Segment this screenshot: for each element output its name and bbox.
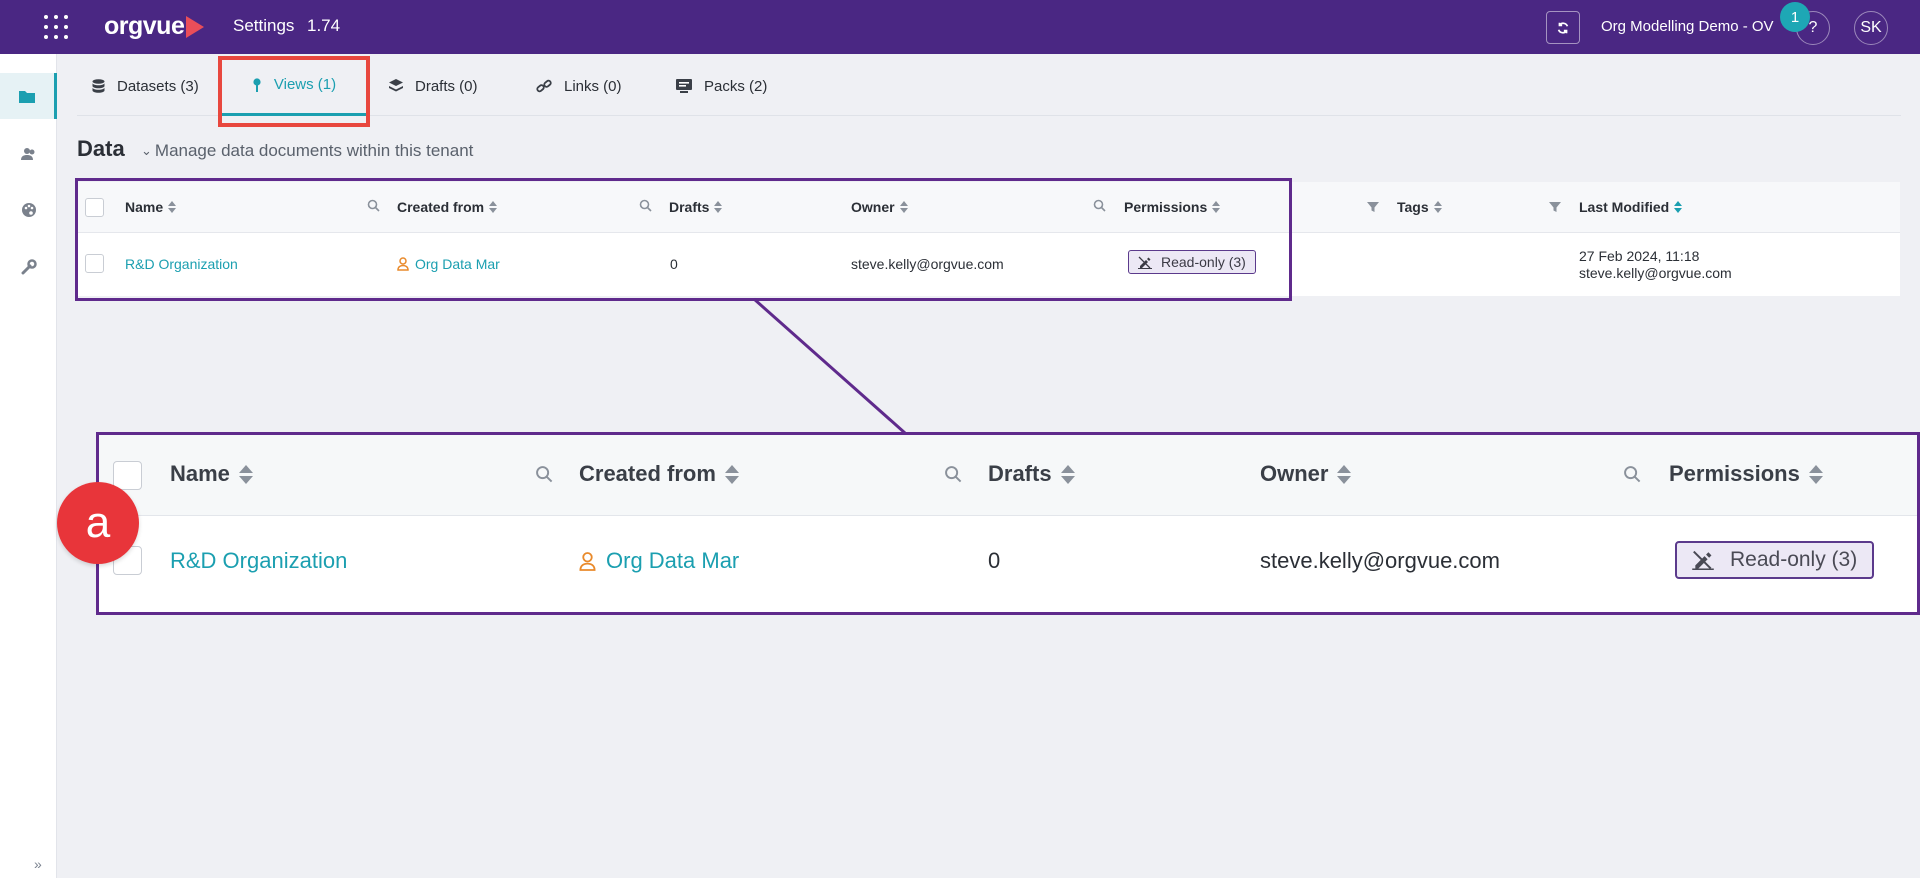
page-subtitle-toggle[interactable]: ⌄ Manage data documents within this tena… <box>141 141 473 161</box>
sort-icon[interactable] <box>1060 464 1075 484</box>
zoom-row-owner: steve.kelly@orgvue.com <box>1260 548 1500 573</box>
sort-icon[interactable] <box>1433 201 1442 213</box>
sort-icon[interactable] <box>1337 464 1352 484</box>
zoom-table-header: Name Created from Drafts Owner Permissio… <box>99 435 1917 516</box>
search-icon[interactable] <box>535 465 553 488</box>
sort-icon[interactable] <box>238 464 253 484</box>
row-last-modified-date: 27 Feb 2024, 11:18 <box>1579 248 1700 264</box>
zoom-row-created-from-label: Org Data Mar <box>606 548 740 573</box>
sort-icon[interactable] <box>724 464 739 484</box>
column-last-modified-label: Last Modified <box>1579 199 1670 215</box>
folder-icon <box>19 91 35 103</box>
tab-links[interactable]: Links (0) <box>536 56 622 116</box>
users-nav-item[interactable] <box>0 131 57 177</box>
pack-icon <box>676 79 692 93</box>
tab-datasets[interactable]: Datasets (3) <box>92 56 199 116</box>
zoom-row-permissions-label: Read-only (3) <box>1730 548 1858 571</box>
search-icon[interactable] <box>1623 465 1641 488</box>
callout-marker-a: a <box>57 482 139 564</box>
row-last-modified: 27 Feb 2024, 11:18 steve.kelly@orgvue.co… <box>1579 248 1732 282</box>
sync-button[interactable] <box>1546 11 1580 44</box>
views-tab-highlight <box>218 56 370 127</box>
column-tags-label: Tags <box>1397 199 1429 215</box>
side-nav <box>0 54 57 878</box>
filter-icon[interactable] <box>1367 200 1379 218</box>
zoom-column-permissions-label: Permissions <box>1669 461 1800 486</box>
chevron-down-icon: ⌄ <box>141 143 152 158</box>
users-icon <box>20 148 34 160</box>
row-last-modified-by: steve.kelly@orgvue.com <box>1579 265 1732 281</box>
sort-icon[interactable] <box>1674 201 1683 213</box>
app-version: 1.74 <box>307 16 341 35</box>
zoomed-callout: Name Created from Drafts Owner Permissio… <box>96 432 1920 615</box>
zoom-row-name-link[interactable]: R&D Organization <box>170 548 347 574</box>
logo-mark-icon <box>186 15 205 38</box>
tenant-selector[interactable]: Org Modelling Demo - OV <box>1601 18 1774 35</box>
zoom-column-drafts-label: Drafts <box>988 461 1052 486</box>
zoom-column-created-from-label: Created from <box>579 461 716 486</box>
zoom-row-created-from-link[interactable]: Org Data Mar <box>579 548 739 574</box>
tab-links-label: Links (0) <box>564 77 622 95</box>
palette-nav-item[interactable] <box>0 187 57 233</box>
zoom-row-drafts: 0 <box>988 548 1001 573</box>
read-only-icon <box>1692 550 1714 570</box>
column-header-tags[interactable]: Tags <box>1397 199 1442 215</box>
tab-drafts[interactable]: Drafts (0) <box>389 56 478 116</box>
sync-icon <box>1557 21 1569 34</box>
database-icon <box>92 79 105 93</box>
top-bar: orgvue Settings 1.74 Org Modelling Demo … <box>0 0 1920 54</box>
folder-nav-item[interactable] <box>0 73 57 119</box>
link-icon <box>536 79 552 93</box>
wrench-icon <box>21 259 37 275</box>
user-icon <box>579 551 596 572</box>
tab-packs[interactable]: Packs (2) <box>676 56 767 116</box>
zoom-row-permissions-badge[interactable]: Read-only (3) <box>1675 541 1875 579</box>
app-launcher-icon[interactable] <box>44 15 68 39</box>
zoom-column-owner-label: Owner <box>1260 461 1329 486</box>
search-icon[interactable] <box>944 465 962 488</box>
tab-packs-label: Packs (2) <box>704 77 768 95</box>
column-header-last-modified[interactable]: Last Modified <box>1579 199 1683 215</box>
filter-icon[interactable] <box>1549 200 1561 218</box>
expand-sidebar-icon[interactable]: » <box>34 856 42 872</box>
notification-badge[interactable]: 1 <box>1780 2 1810 32</box>
zoom-column-header-name[interactable]: Name <box>170 461 253 487</box>
sort-icon[interactable] <box>1808 464 1823 484</box>
user-avatar[interactable]: SK <box>1854 11 1888 45</box>
layers-icon <box>389 79 403 93</box>
zoom-column-name-label: Name <box>170 461 230 486</box>
zoom-column-header-owner[interactable]: Owner <box>1260 461 1352 487</box>
tools-nav-item[interactable] <box>0 244 57 290</box>
orgvue-logo[interactable]: orgvue <box>104 12 205 41</box>
logo-text: orgvue <box>104 12 185 40</box>
page-title: Data <box>77 136 125 161</box>
page-subtitle: Manage data documents within this tenant <box>154 141 474 160</box>
zoom-column-header-created-from[interactable]: Created from <box>579 461 739 487</box>
zoom-select-all-checkbox[interactable] <box>113 461 142 490</box>
palette-icon <box>21 203 36 217</box>
table-highlight-box <box>75 178 1292 301</box>
app-title: Settings <box>233 16 295 35</box>
tab-drafts-label: Drafts (0) <box>415 77 478 95</box>
zoom-column-header-drafts[interactable]: Drafts <box>988 461 1075 487</box>
tab-datasets-label: Datasets (3) <box>117 77 199 95</box>
zoom-column-header-permissions[interactable]: Permissions <box>1669 461 1823 487</box>
